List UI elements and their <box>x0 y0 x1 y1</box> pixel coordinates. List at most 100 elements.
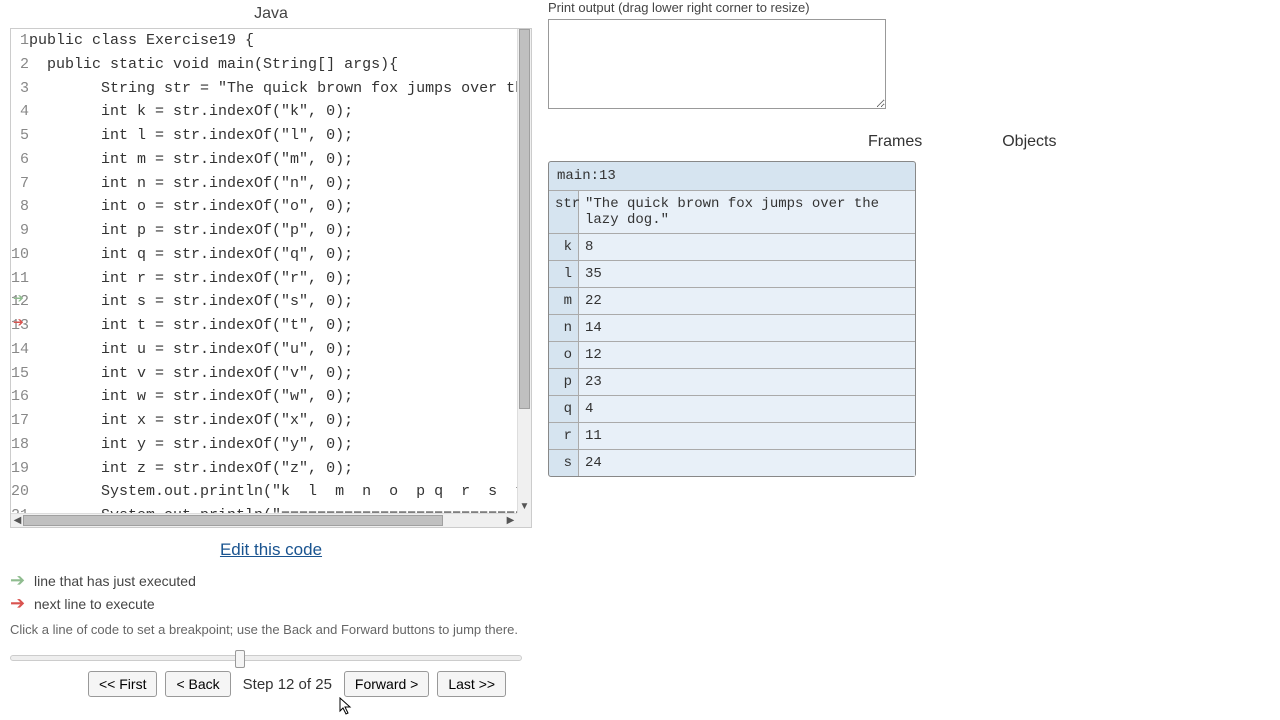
code-line[interactable]: 17 int x = str.indexOf("x", 0); <box>11 409 531 433</box>
objects-header: Objects <box>1002 133 1056 151</box>
line-number: ➔12 <box>11 290 29 314</box>
scroll-right-icon[interactable]: ▶ <box>504 514 517 527</box>
code-text: int s = str.indexOf("s", 0); <box>29 290 531 314</box>
code-line[interactable]: 9 int p = str.indexOf("p", 0); <box>11 219 531 243</box>
line-number: 16 <box>11 385 29 409</box>
last-button[interactable]: Last >> <box>437 671 506 697</box>
frame-title: main:13 <box>549 162 915 191</box>
code-line[interactable]: 10 int q = str.indexOf("q", 0); <box>11 243 531 267</box>
code-line[interactable]: ➔12 int s = str.indexOf("s", 0); <box>11 290 531 314</box>
code-text: int l = str.indexOf("l", 0); <box>29 124 531 148</box>
var-name: str <box>549 191 579 233</box>
var-value: 35 <box>579 261 915 287</box>
var-row: q4 <box>549 395 915 422</box>
line-number: 1 <box>11 29 29 53</box>
var-value: 11 <box>579 423 915 449</box>
code-line[interactable]: 1public class Exercise19 { <box>11 29 531 53</box>
var-row: p23 <box>549 368 915 395</box>
var-name: o <box>549 342 579 368</box>
output-box[interactable] <box>548 19 886 109</box>
back-button[interactable]: < Back <box>165 671 230 697</box>
code-text: int m = str.indexOf("m", 0); <box>29 148 531 172</box>
code-text: int y = str.indexOf("y", 0); <box>29 433 531 457</box>
code-text: System.out.println("k l m n o p q r s t"… <box>29 480 531 504</box>
var-row: s24 <box>549 449 915 476</box>
line-number: 14 <box>11 338 29 362</box>
line-number: 18 <box>11 433 29 457</box>
code-text: int w = str.indexOf("w", 0); <box>29 385 531 409</box>
code-text: int p = str.indexOf("p", 0); <box>29 219 531 243</box>
var-row: str"The quick brown fox jumps over the l… <box>549 191 915 233</box>
code-line[interactable]: 11 int r = str.indexOf("r", 0); <box>11 267 531 291</box>
scrollbar-v-thumb[interactable] <box>519 29 530 409</box>
code-text: int k = str.indexOf("k", 0); <box>29 100 531 124</box>
arrow-next-icon: ➔ <box>10 593 28 614</box>
var-name: s <box>549 450 579 476</box>
code-line[interactable]: 6 int m = str.indexOf("m", 0); <box>11 148 531 172</box>
line-number: 6 <box>11 148 29 172</box>
line-number: 3 <box>11 77 29 101</box>
var-value: 12 <box>579 342 915 368</box>
slider-thumb[interactable] <box>235 650 245 668</box>
frame-box: main:13 str"The quick brown fox jumps ov… <box>548 161 916 477</box>
code-text: int r = str.indexOf("r", 0); <box>29 267 531 291</box>
var-row: n14 <box>549 314 915 341</box>
legend-prev-text: line that has just executed <box>34 573 196 589</box>
mouse-cursor-icon <box>339 697 355 717</box>
var-value: "The quick brown fox jumps over the lazy… <box>579 191 915 233</box>
var-value: 4 <box>579 396 915 422</box>
line-number: 15 <box>11 362 29 386</box>
code-text: int o = str.indexOf("o", 0); <box>29 195 531 219</box>
var-value: 14 <box>579 315 915 341</box>
forward-button[interactable]: Forward > <box>344 671 429 697</box>
line-number: 7 <box>11 172 29 196</box>
code-text: int v = str.indexOf("v", 0); <box>29 362 531 386</box>
code-line[interactable]: 18 int y = str.indexOf("y", 0); <box>11 433 531 457</box>
scrollbar-vertical[interactable]: ▲ ▼ <box>517 29 531 513</box>
code-table: 1public class Exercise19 {2 public stati… <box>11 29 531 527</box>
line-number: 9 <box>11 219 29 243</box>
hint-text: Click a line of code to set a breakpoint… <box>10 622 532 637</box>
code-line[interactable]: 5 int l = str.indexOf("l", 0); <box>11 124 531 148</box>
line-number: 4 <box>11 100 29 124</box>
step-slider[interactable] <box>10 655 522 661</box>
code-line[interactable]: 2 public static void main(String[] args)… <box>11 53 531 77</box>
line-number: 19 <box>11 457 29 481</box>
code-line[interactable]: ➔13 int t = str.indexOf("t", 0); <box>11 314 531 338</box>
line-number: 11 <box>11 267 29 291</box>
var-name: q <box>549 396 579 422</box>
var-value: 23 <box>579 369 915 395</box>
line-number: 2 <box>11 53 29 77</box>
step-label: Step 12 of 25 <box>239 676 336 693</box>
line-number: 5 <box>11 124 29 148</box>
code-line[interactable]: 8 int o = str.indexOf("o", 0); <box>11 195 531 219</box>
code-line[interactable]: 19 int z = str.indexOf("z", 0); <box>11 457 531 481</box>
code-line[interactable]: 20 System.out.println("k l m n o p q r s… <box>11 480 531 504</box>
line-number: 8 <box>11 195 29 219</box>
var-row: m22 <box>549 287 915 314</box>
var-row: l35 <box>549 260 915 287</box>
arrow-prev-icon: ➔ <box>10 570 28 591</box>
code-text: int n = str.indexOf("n", 0); <box>29 172 531 196</box>
legend-next-text: next line to execute <box>34 596 155 612</box>
edit-code-link[interactable]: Edit this code <box>10 528 532 568</box>
code-line[interactable]: 16 int w = str.indexOf("w", 0); <box>11 385 531 409</box>
code-line[interactable]: 4 int k = str.indexOf("k", 0); <box>11 100 531 124</box>
var-name: l <box>549 261 579 287</box>
var-name: n <box>549 315 579 341</box>
code-line[interactable]: 3 String str = "The quick brown fox jump… <box>11 77 531 101</box>
scrollbar-h-thumb[interactable] <box>23 515 443 526</box>
scroll-down-icon[interactable]: ▼ <box>518 500 531 513</box>
var-name: m <box>549 288 579 314</box>
scrollbar-horizontal[interactable]: ◀ ▶ <box>11 513 517 527</box>
code-line[interactable]: 15 int v = str.indexOf("v", 0); <box>11 362 531 386</box>
code-line[interactable]: 14 int u = str.indexOf("u", 0); <box>11 338 531 362</box>
first-button[interactable]: << First <box>88 671 157 697</box>
var-value: 8 <box>579 234 915 260</box>
code-text: int u = str.indexOf("u", 0); <box>29 338 531 362</box>
code-line[interactable]: 7 int n = str.indexOf("n", 0); <box>11 172 531 196</box>
var-name: p <box>549 369 579 395</box>
code-text: public static void main(String[] args){ <box>29 53 531 77</box>
var-value: 22 <box>579 288 915 314</box>
line-number: 17 <box>11 409 29 433</box>
